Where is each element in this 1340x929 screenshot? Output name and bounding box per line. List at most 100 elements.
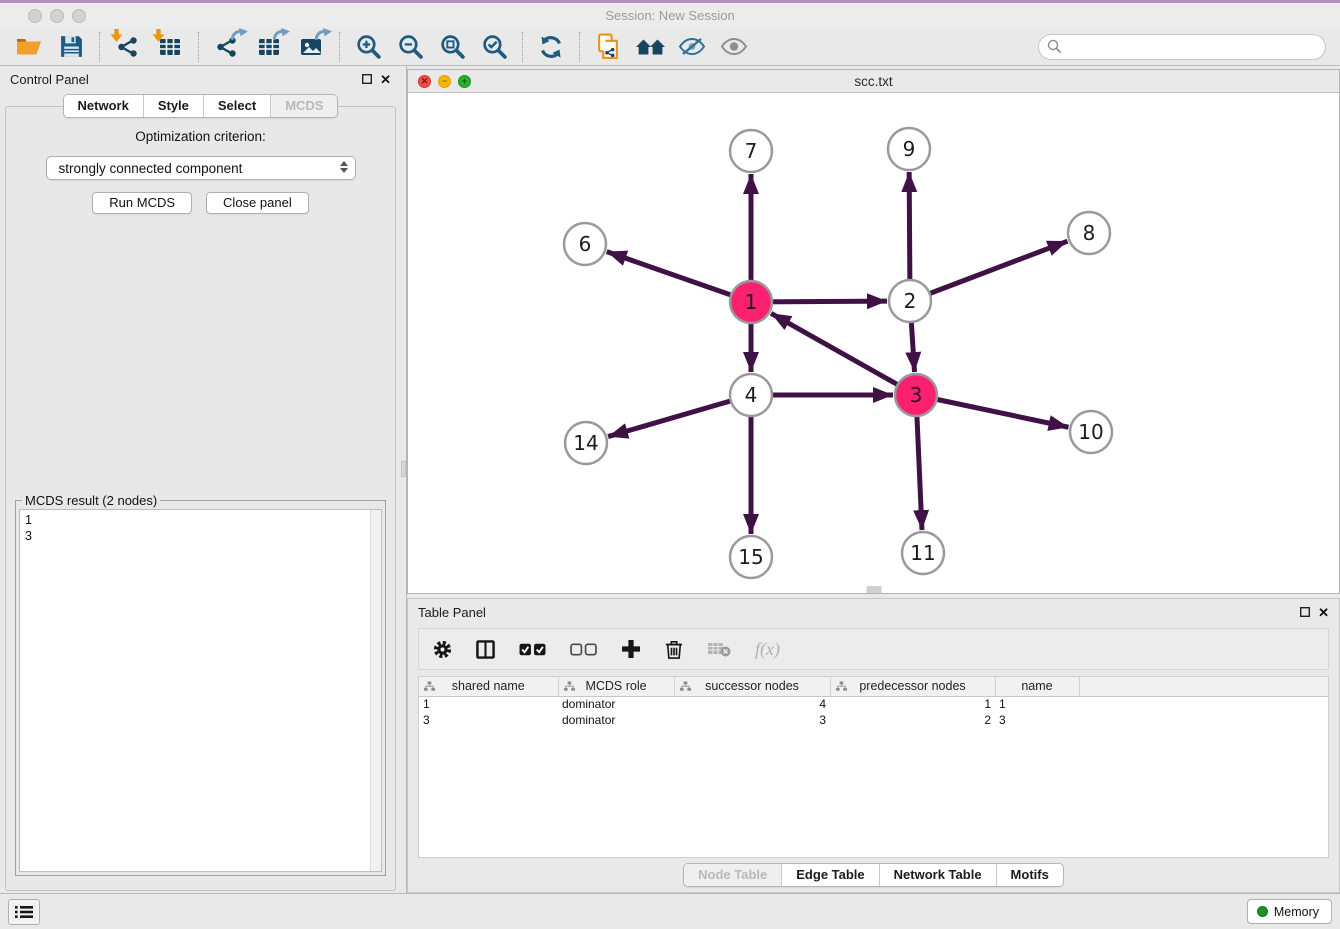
svg-text:14: 14 [573, 431, 598, 455]
graph-node-3[interactable]: 3 [895, 374, 937, 416]
graph-node-11[interactable]: 11 [902, 532, 944, 574]
column-header-filler [1079, 677, 1328, 696]
graph-node-10[interactable]: 10 [1070, 411, 1112, 453]
memory-button[interactable]: Memory [1247, 899, 1332, 924]
graph-edge-3-10[interactable] [916, 395, 1068, 427]
svg-text:10: 10 [1078, 420, 1103, 444]
tab-network-table[interactable]: Network Table [879, 864, 996, 886]
tab-select[interactable]: Select [203, 95, 270, 117]
graph-node-9[interactable]: 9 [888, 128, 930, 170]
function-builder-icon: f(x) [755, 639, 780, 660]
status-bar: Memory [0, 893, 1340, 929]
table-row[interactable]: 1dominator411 [419, 696, 1328, 712]
cell-successor-nodes[interactable]: 3 [674, 712, 830, 728]
graph-node-15[interactable]: 15 [730, 536, 772, 578]
table-panel: Table Panel ✕ f(x) shared nameMCDS roles… [407, 598, 1340, 893]
zoom-out-icon[interactable] [393, 31, 427, 63]
zoom-in-icon[interactable] [351, 31, 385, 63]
table-row[interactable]: 3dominator323 [419, 712, 1328, 728]
cell-name[interactable]: 1 [995, 696, 1079, 712]
control-panel-title: Control Panel [10, 72, 89, 87]
float-panel-icon[interactable] [362, 74, 372, 84]
control-panel: Control Panel ✕ NetworkStyleSelectMCDS O… [0, 66, 401, 893]
zoom-selected-icon[interactable] [477, 31, 511, 63]
close-table-panel-icon[interactable]: ✕ [1318, 606, 1329, 619]
cell-filler [1079, 712, 1328, 728]
cell-shared-name[interactable]: 1 [419, 696, 558, 712]
export-image-icon[interactable] [294, 31, 328, 63]
cell-predecessor-nodes[interactable]: 2 [830, 712, 995, 728]
svg-text:7: 7 [745, 139, 758, 163]
column-header-shared-name[interactable]: shared name [419, 677, 558, 696]
graph-node-8[interactable]: 8 [1068, 212, 1110, 254]
column-header-MCDS-role[interactable]: MCDS role [558, 677, 674, 696]
cell-predecessor-nodes[interactable]: 1 [830, 696, 995, 712]
zoom-fit-icon[interactable] [435, 31, 469, 63]
divider-grip[interactable] [401, 461, 406, 477]
tab-style[interactable]: Style [143, 95, 203, 117]
close-panel-button[interactable]: Close panel [206, 192, 309, 214]
tab-network[interactable]: Network [64, 95, 143, 117]
cell-MCDS-role[interactable]: dominator [558, 712, 674, 728]
export-network-icon[interactable] [210, 31, 244, 63]
toolbar-separator [339, 32, 340, 62]
search-input[interactable] [1038, 34, 1326, 60]
import-table-icon[interactable] [153, 31, 187, 63]
columns-icon[interactable] [476, 640, 495, 659]
network-canvas[interactable]: 7 9 6 8 1 2 4 3 14 10 15 11 [408, 93, 1339, 593]
refresh-icon[interactable] [534, 31, 568, 63]
titlebar: Session: New Session [0, 3, 1340, 28]
select-stepper-icon [340, 161, 348, 173]
canvas-resize-grip[interactable] [866, 586, 881, 593]
column-header-name[interactable]: name [995, 677, 1079, 696]
graph-edge-3-1[interactable] [771, 313, 916, 395]
close-panel-icon[interactable]: ✕ [380, 73, 391, 86]
graph-node-1[interactable]: 1 [730, 281, 772, 323]
hide-details-icon[interactable] [675, 31, 709, 63]
toolbar-separator [579, 32, 580, 62]
graph-node-14[interactable]: 14 [565, 422, 607, 464]
tab-node-table[interactable]: Node Table [684, 864, 781, 886]
graph-node-2[interactable]: 2 [889, 280, 931, 322]
float-table-panel-icon[interactable] [1300, 607, 1310, 617]
graph-node-4[interactable]: 4 [730, 374, 772, 416]
save-session-icon[interactable] [54, 31, 88, 63]
network-file-icon[interactable] [591, 31, 625, 63]
deselect-all-icon[interactable] [570, 643, 597, 656]
tab-motifs[interactable]: Motifs [996, 864, 1063, 886]
graph-node-6[interactable]: 6 [564, 223, 606, 265]
select-all-icon[interactable] [519, 643, 546, 656]
mcds-result-textarea[interactable]: 13 [19, 509, 382, 872]
home-icon[interactable] [633, 31, 667, 63]
network-view-window: ✕ − + scc.txt 7968124314101511 [407, 69, 1340, 594]
graph-edge-2-8[interactable] [910, 241, 1067, 301]
tab-mcds[interactable]: MCDS [270, 95, 337, 117]
column-header-successor-nodes[interactable]: successor nodes [674, 677, 830, 696]
run-mcds-button[interactable]: Run MCDS [92, 192, 192, 214]
gear-icon[interactable] [433, 640, 452, 659]
graph-edge-1-6[interactable] [607, 252, 751, 302]
cell-successor-nodes[interactable]: 4 [674, 696, 830, 712]
graph-edge-4-14[interactable] [608, 395, 751, 437]
add-row-icon[interactable] [621, 639, 641, 659]
delete-row-icon[interactable] [665, 639, 683, 660]
cell-name[interactable]: 3 [995, 712, 1079, 728]
criterion-select[interactable]: strongly connected component [46, 156, 356, 180]
network-window-title: scc.txt [408, 74, 1339, 89]
table-panel-tabs: Node TableEdge TableNetwork TableMotifs [683, 863, 1064, 887]
export-table-icon[interactable] [252, 31, 286, 63]
svg-text:4: 4 [745, 383, 758, 407]
graph-node-7[interactable]: 7 [730, 130, 772, 172]
result-scrollbar[interactable] [370, 510, 381, 871]
show-details-icon[interactable] [717, 31, 751, 63]
import-network-icon[interactable] [111, 31, 145, 63]
node-table: shared nameMCDS rolesuccessor nodesprede… [418, 676, 1329, 858]
open-session-icon[interactable] [12, 31, 46, 63]
cell-shared-name[interactable]: 3 [419, 712, 558, 728]
cell-MCDS-role[interactable]: dominator [558, 696, 674, 712]
optimization-criterion-label: Optimization criterion: [6, 129, 395, 144]
tab-edge-table[interactable]: Edge Table [781, 864, 878, 886]
task-history-button[interactable] [8, 899, 40, 925]
column-header-predecessor-nodes[interactable]: predecessor nodes [830, 677, 995, 696]
result-line: 1 [25, 512, 367, 528]
